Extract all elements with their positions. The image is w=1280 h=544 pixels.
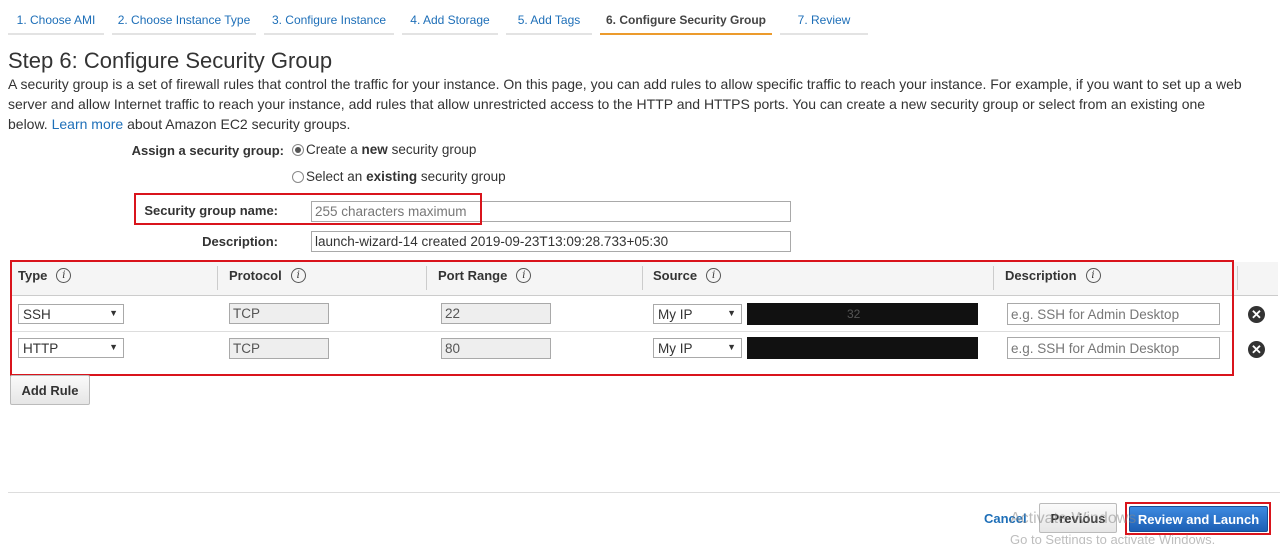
activate-windows-subtext: Go to Settings to activate Windows. <box>1010 532 1216 544</box>
intro-text: A security group is a set of firewall ru… <box>8 74 1248 134</box>
rule-description-input[interactable] <box>1007 303 1220 325</box>
header-port-range: Port Range i <box>438 268 532 283</box>
tab-add-storage[interactable]: 4. Add Storage <box>402 8 498 35</box>
header-source: Source i <box>653 268 722 283</box>
review-and-launch-button[interactable]: Review and Launch <box>1129 506 1268 532</box>
rule-description-input[interactable] <box>1007 337 1220 359</box>
radio-existing-prefix: Select an <box>306 169 363 184</box>
security-group-name-input[interactable] <box>311 201 791 222</box>
radio-create-new-button[interactable] <box>292 143 304 156</box>
previous-button[interactable]: Previous <box>1039 503 1117 533</box>
add-rule-button[interactable]: Add Rule <box>10 375 90 405</box>
column-divider <box>1237 266 1238 290</box>
learn-more-link[interactable]: Learn more <box>52 116 124 132</box>
tab-configure-instance[interactable]: 3. Configure Instance <box>264 8 394 35</box>
cancel-link[interactable]: Cancel <box>984 511 1027 526</box>
radio-existing-suffix: security group <box>417 169 506 184</box>
header-protocol: Protocol i <box>229 268 306 283</box>
caret-down-icon: ▼ <box>109 308 118 318</box>
radio-create-new[interactable]: Create a new security group <box>292 142 476 157</box>
radio-select-existing-button[interactable] <box>292 170 304 183</box>
tab-add-tags[interactable]: 5. Add Tags <box>506 8 592 35</box>
info-icon[interactable]: i <box>56 268 72 283</box>
tab-review[interactable]: 7. Review <box>780 8 868 35</box>
column-divider <box>642 266 643 290</box>
description-label: Description: <box>202 234 278 249</box>
info-icon[interactable]: i <box>706 268 722 283</box>
redacted-source-ip[interactable] <box>747 337 978 359</box>
rule-port-range-field[interactable]: 80 <box>441 338 551 359</box>
footer-divider <box>8 492 1280 493</box>
remove-rule-icon[interactable]: ✕ <box>1248 306 1265 323</box>
info-icon[interactable]: i <box>1085 268 1101 283</box>
rule-protocol-field: TCP <box>229 303 329 324</box>
info-icon[interactable]: i <box>516 268 532 283</box>
caret-down-icon: ▼ <box>727 342 736 352</box>
rule-port-range-field[interactable]: 22 <box>441 303 551 324</box>
page-title: Step 6: Configure Security Group <box>8 48 333 73</box>
header-description: Description i <box>1005 268 1101 283</box>
header-type: Type i <box>18 268 72 283</box>
rule-protocol-field: TCP <box>229 338 329 359</box>
caret-down-icon: ▼ <box>727 308 736 318</box>
rule-type-select[interactable]: HTTP ▼ <box>18 338 124 358</box>
caret-down-icon: ▼ <box>109 342 118 352</box>
radio-create-prefix: Create a <box>306 142 358 157</box>
radio-create-bold: new <box>361 142 388 157</box>
assign-security-group-label: Assign a security group: <box>131 143 284 158</box>
column-divider <box>217 266 218 290</box>
rule-type-select[interactable]: SSH ▼ <box>18 304 124 324</box>
column-divider <box>426 266 427 290</box>
tab-choose-instance-type[interactable]: 2. Choose Instance Type <box>112 8 256 35</box>
column-divider <box>993 266 994 290</box>
tab-choose-ami[interactable]: 1. Choose AMI <box>8 8 104 35</box>
description-input[interactable] <box>311 231 791 252</box>
security-group-name-label: Security group name: <box>144 203 278 218</box>
radio-create-suffix: security group <box>387 142 477 157</box>
redacted-source-ip[interactable]: 32 <box>747 303 978 325</box>
intro-suffix: about Amazon EC2 security groups. <box>123 116 351 132</box>
row-divider <box>12 331 1232 332</box>
radio-existing-bold: existing <box>366 169 418 184</box>
radio-select-existing[interactable]: Select an existing security group <box>292 169 506 184</box>
rule-source-select[interactable]: My IP ▼ <box>653 304 742 324</box>
tab-configure-security-group[interactable]: 6. Configure Security Group <box>600 8 772 35</box>
remove-rule-icon[interactable]: ✕ <box>1248 341 1265 358</box>
info-icon[interactable]: i <box>290 268 306 283</box>
rule-source-select[interactable]: My IP ▼ <box>653 338 742 358</box>
